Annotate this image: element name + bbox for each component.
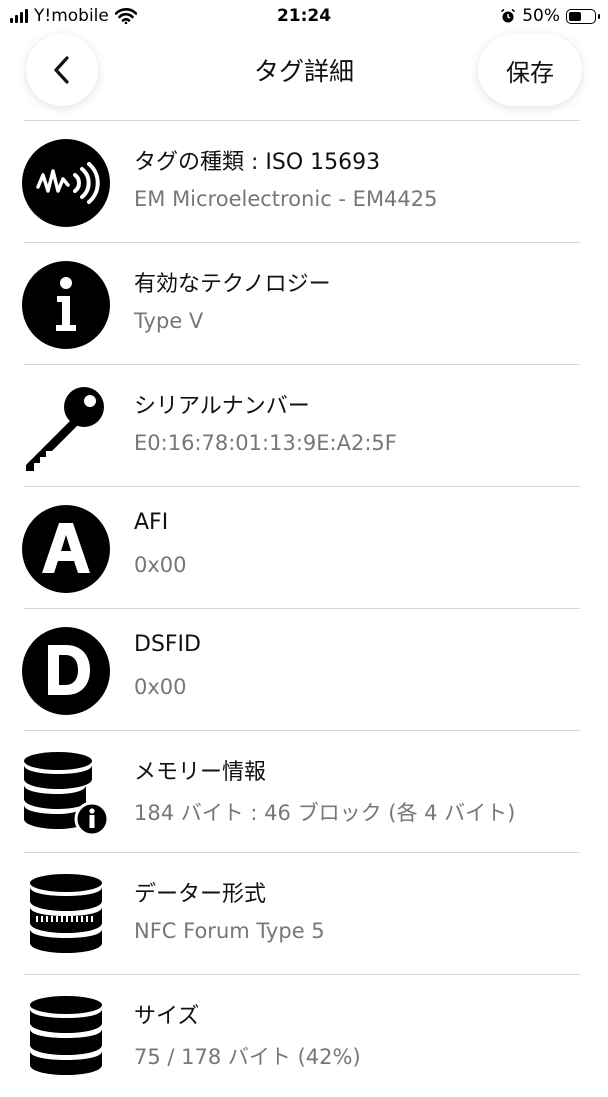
list-item-technology: 有効なテクノロジー Type V [0, 243, 608, 365]
key-icon [26, 387, 104, 471]
navigation-bar: タグ詳細 保存 [0, 34, 608, 120]
row-title: DSFID [134, 632, 201, 657]
row-value: Type V [134, 309, 204, 333]
row-title: データー形式 [134, 882, 267, 907]
row-title: サイズ [134, 1004, 200, 1029]
battery-icon [566, 8, 600, 24]
save-button[interactable]: 保存 [478, 34, 582, 106]
row-title: AFI [134, 510, 169, 535]
row-title: メモリー情報 [134, 760, 267, 785]
row-value: 0x00 [134, 553, 187, 577]
row-value: E0:16:78:01:13:9E:A2:5F [134, 431, 397, 455]
info-icon [22, 261, 110, 349]
battery-percent: 50% [522, 6, 560, 26]
list-item-dsfid: DSFID 0x00 [0, 609, 608, 731]
database-info-icon [24, 752, 110, 837]
list-item-tag-type: タグの種類 : ISO 15693 EM Microelectronic - E… [0, 121, 608, 243]
row-title: 有効なテクノロジー [134, 272, 331, 297]
row-value: NFC Forum Type 5 [134, 919, 325, 943]
list-item-size: サイズ 75 / 178 バイト (42%) [0, 975, 608, 1097]
row-title: シリアルナンバー [134, 394, 310, 419]
database-size-icon [30, 996, 102, 1075]
database-format-icon [30, 874, 102, 953]
letter-a-icon [22, 505, 110, 593]
list-item-afi: AFI 0x00 [0, 487, 608, 609]
row-value: 0x00 [134, 675, 187, 699]
nfc-wave-icon [22, 139, 110, 227]
list-item-serial-number: シリアルナンバー E0:16:78:01:13:9E:A2:5F [0, 365, 608, 487]
list-item-memory-info: メモリー情報 184 バイト : 46 ブロック (各 4 バイト) [0, 731, 608, 853]
letter-d-icon [22, 627, 110, 715]
alarm-icon [501, 8, 516, 23]
row-title: タグの種類 : ISO 15693 [134, 150, 381, 175]
status-right: 50% [500, 6, 600, 26]
list-item-data-format: データー形式 NFC Forum Type 5 [0, 853, 608, 975]
tag-detail-list: タグの種類 : ISO 15693 EM Microelectronic - E… [0, 121, 608, 1097]
row-value: 184 バイト : 46 ブロック (各 4 バイト) [134, 801, 516, 825]
status-bar: Y!mobile 21:24 50% [0, 0, 608, 34]
row-value: EM Microelectronic - EM4425 [134, 187, 438, 211]
row-value: 75 / 178 バイト (42%) [134, 1045, 361, 1069]
